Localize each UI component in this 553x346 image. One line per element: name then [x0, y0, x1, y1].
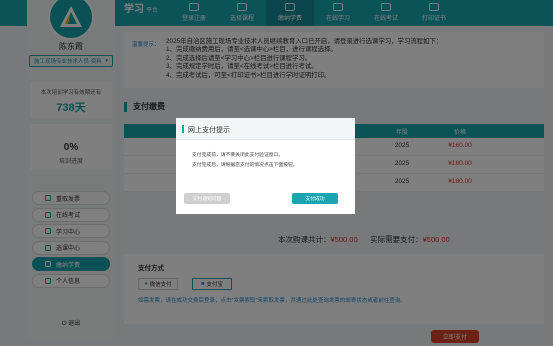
payment-prompt-dialog: 网上支付提示 支付完成前，请不要关闭此支付验证窗口。 支付完成后，请根据您支付的…	[176, 118, 355, 214]
dialog-title: 网上支付提示	[188, 127, 230, 134]
payment-success-button[interactable]: 支付成功	[292, 193, 338, 204]
payment-problem-button[interactable]: 支付遇到问题	[184, 193, 230, 204]
